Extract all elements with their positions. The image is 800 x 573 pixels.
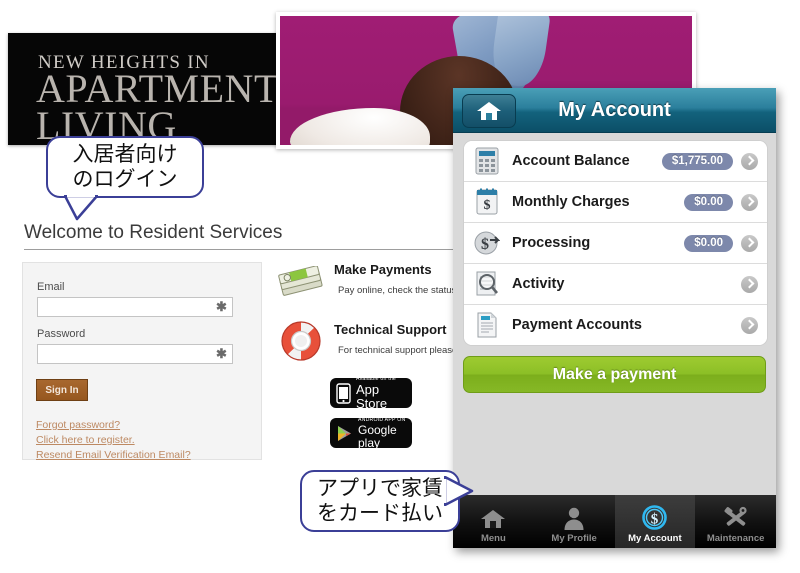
resend-verification-link[interactable]: Resend Email Verification Email? (36, 449, 191, 461)
chevron-right-icon[interactable] (741, 152, 758, 170)
feature-desc-technical-support: For technical support please (338, 345, 458, 356)
feature-desc-make-payments: Pay online, check the status (338, 285, 457, 296)
list-item-badge: $1,775.00 (661, 152, 733, 170)
callout-line-2: をカード払い (317, 501, 443, 525)
email-input[interactable] (37, 297, 233, 317)
email-label: Email (37, 281, 65, 293)
tab-label: My Account (628, 533, 682, 544)
make-a-payment-button[interactable]: Make a payment (463, 356, 766, 393)
callout-resident-login: 入居者向け のログイン (46, 136, 204, 198)
home-icon (481, 510, 506, 528)
callout-line-2: のログイン (72, 167, 178, 191)
list-item-label: Account Balance (512, 153, 630, 169)
calculator-icon (475, 147, 499, 175)
lifebuoy-icon (281, 321, 321, 361)
feature-title-make-payments: Make Payments (334, 262, 432, 277)
google-play-triangle-icon (338, 425, 351, 441)
callout-tail-1 (64, 195, 98, 221)
phone-screen-title: My Account (558, 99, 671, 121)
apple-iphone-icon (336, 382, 351, 404)
list-item-monthly-charges[interactable]: $ Monthly Charges $0.00 (464, 182, 767, 223)
tab-maintenance-icon-wrap (723, 506, 749, 530)
document-icon (477, 312, 497, 338)
tab-profile-icon-wrap (563, 506, 585, 530)
account-list: Account Balance $1,775.00 $ Monthly Char… (463, 140, 768, 346)
list-item-label: Monthly Charges (512, 194, 630, 210)
calendar-dollar-icon: $ (476, 188, 498, 215)
list-item-label: Payment Accounts (512, 317, 642, 333)
callout-tail-2 (444, 476, 474, 506)
sign-in-button[interactable]: Sign In (36, 379, 88, 401)
list-item-processing[interactable]: $ Processing $0.00 (464, 223, 767, 264)
app-store-badge-big-text: App Store (356, 381, 388, 411)
list-item-payment-accounts[interactable]: Payment Accounts (464, 305, 767, 345)
callout-line-1: 入居者向け (72, 142, 178, 166)
svg-text:$: $ (651, 512, 659, 528)
chevron-right-icon[interactable] (741, 193, 758, 211)
list-item-label: Processing (512, 235, 591, 251)
email-required-asterisk: ✱ (216, 299, 227, 314)
callout-app-rent-payment: アプリで家賃 をカード払い (300, 470, 460, 532)
screenshot-root: NEW HEIGHTS IN APARTMENT LIVING Welcome … (0, 0, 800, 573)
tab-label: Maintenance (706, 533, 765, 544)
forgot-password-link[interactable]: Forgot password? (36, 419, 120, 431)
phone-header: My Account (453, 88, 776, 133)
feature-title-technical-support: Technical Support (334, 322, 447, 337)
tab-my-account[interactable]: $ My Account (614, 495, 696, 548)
tab-menu-icon-wrap (480, 506, 506, 530)
page-title: Welcome to Resident Services (24, 222, 283, 243)
register-link[interactable]: Click here to register. (36, 434, 135, 446)
password-required-asterisk: ✱ (216, 346, 227, 361)
person-icon (564, 507, 584, 530)
callout-line-1: アプリで家賃 (317, 476, 443, 500)
tab-account-icon-wrap: $ (642, 505, 668, 530)
dollar-arrow-icon: $ (474, 231, 500, 255)
list-item-account-balance[interactable]: Account Balance $1,775.00 (464, 141, 767, 182)
list-item-activity[interactable]: Activity (464, 264, 767, 305)
app-store-badge[interactable]: Available on the App Store (330, 376, 412, 411)
svg-text:$: $ (484, 198, 491, 213)
tab-my-profile[interactable]: My Profile (534, 495, 615, 548)
money-stack-icon (278, 266, 323, 296)
phone-tab-bar: Menu My Profile $ My Account Maintenance (453, 495, 776, 548)
list-item-label: Activity (512, 276, 565, 292)
google-play-badge-big-text: Google play (358, 422, 397, 450)
chevron-right-icon[interactable] (741, 316, 758, 334)
brand-logo-banner: NEW HEIGHTS IN APARTMENT LIVING (8, 33, 283, 146)
tab-label: Menu (480, 533, 506, 544)
password-input[interactable] (37, 344, 233, 364)
list-item-badge: $0.00 (684, 234, 733, 252)
dollar-circle-icon: $ (642, 505, 668, 530)
chevron-right-icon[interactable] (741, 234, 758, 252)
tab-maintenance[interactable]: Maintenance (695, 495, 776, 548)
google-play-badge[interactable]: ANDROID APP ON Google play (330, 417, 412, 450)
tools-icon (724, 506, 747, 526)
phone-app-mockup: My Account Account Balance $1,775.00 $ M… (453, 88, 776, 548)
tab-label: My Profile (551, 533, 597, 544)
svg-text:$: $ (481, 236, 489, 253)
password-label: Password (37, 328, 86, 340)
list-item-badge: $0.00 (684, 193, 733, 211)
magnifier-page-icon (476, 271, 498, 296)
chevron-right-icon[interactable] (741, 275, 758, 293)
